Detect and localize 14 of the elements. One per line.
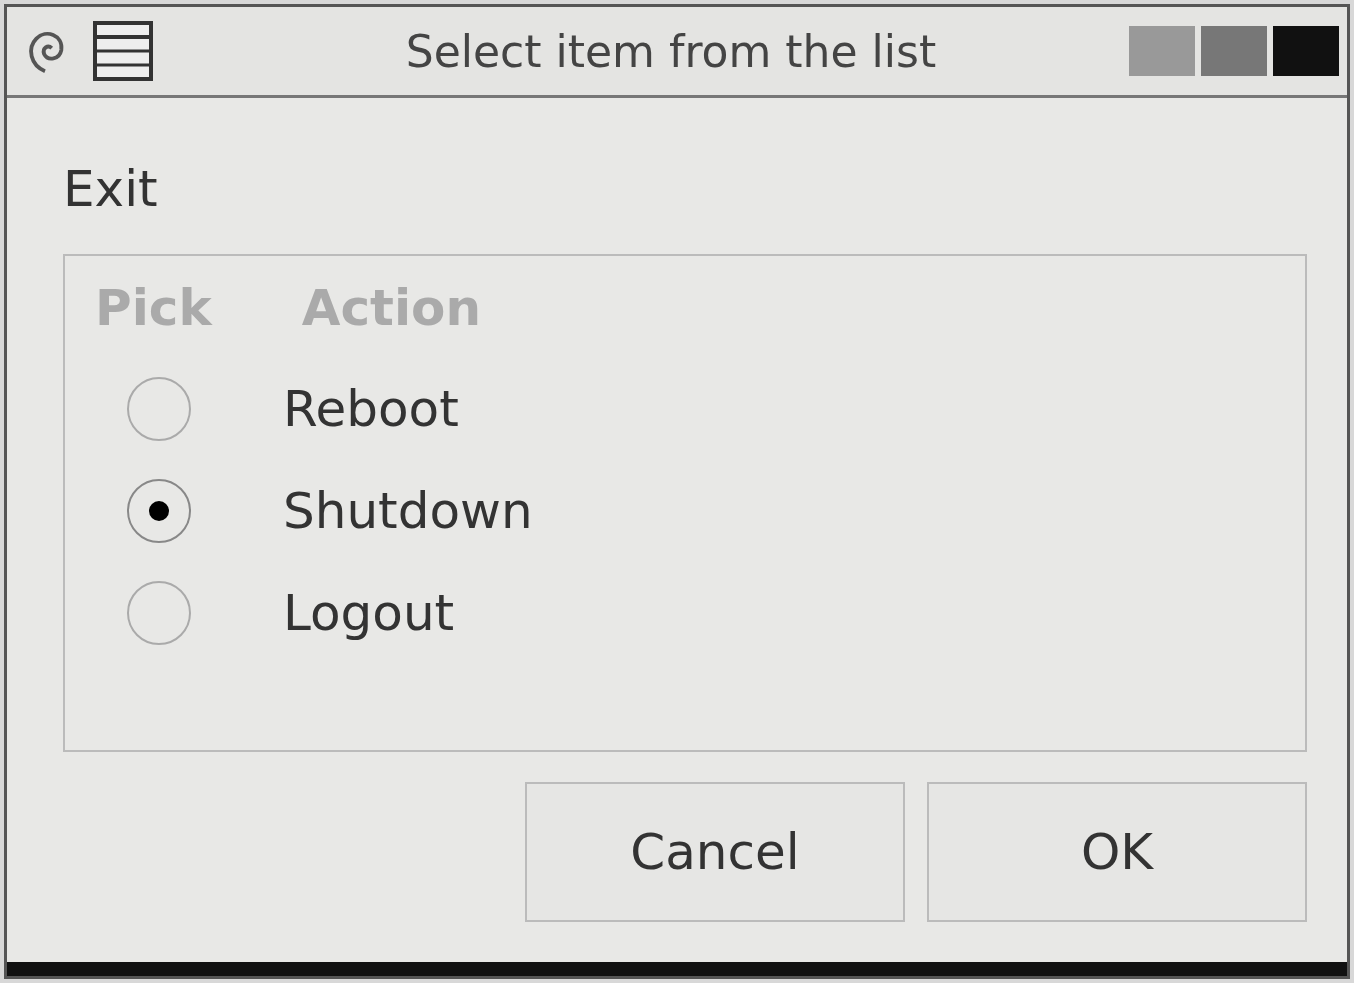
window-menu-icon[interactable]	[93, 21, 153, 81]
dialog-button[interactable]: OK	[927, 782, 1307, 922]
prompt-label: Exit	[63, 160, 159, 220]
close-button[interactable]	[1273, 26, 1339, 76]
window-title: Select item from the list	[404, 25, 938, 77]
list-item[interactable]: Logout	[283, 584, 455, 642]
radio-button[interactable]	[127, 479, 191, 543]
maximize-button[interactable]	[1201, 26, 1267, 76]
list-item[interactable]: Reboot	[283, 380, 459, 438]
minimize-button[interactable]	[1129, 26, 1195, 76]
radio-button[interactable]	[127, 377, 191, 441]
dialog-button[interactable]: Cancel	[525, 782, 905, 922]
list-item[interactable]: Shutdown	[283, 482, 533, 540]
radio-button[interactable]	[127, 581, 191, 645]
